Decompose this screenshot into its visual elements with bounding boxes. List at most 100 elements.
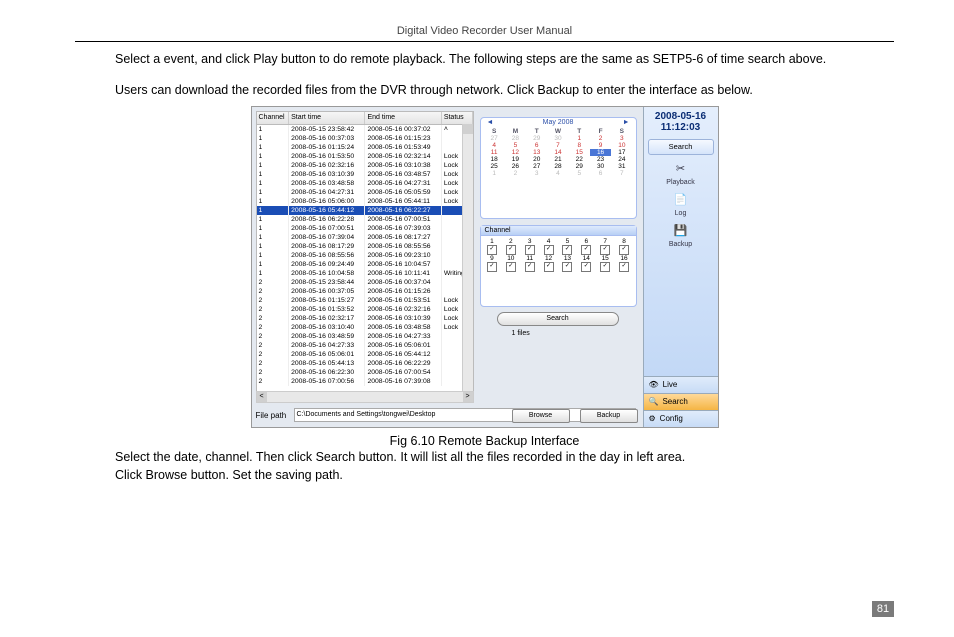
table-row[interactable]: 22008-05-15 23:58:442008-05-16 00:37:04 [257, 278, 473, 287]
calendar-day[interactable]: 11 [484, 149, 505, 156]
table-row[interactable]: 22008-05-16 00:37:052008-05-16 01:15:26 [257, 287, 473, 296]
channel-checkbox[interactable]: ✓ [506, 245, 516, 255]
calendar-day[interactable]: 7 [611, 170, 632, 177]
calendar-day[interactable]: 19 [505, 156, 526, 163]
table-row[interactable]: 22008-05-16 05:06:012008-05-16 05:44:12 [257, 350, 473, 359]
channel-checkbox[interactable]: ✓ [544, 245, 554, 255]
calendar-day[interactable]: 23 [590, 156, 611, 163]
browse-button[interactable]: Browse [512, 409, 570, 423]
channel-checkbox[interactable]: ✓ [487, 262, 497, 272]
sidebar-backup-button[interactable]: 💾Backup [644, 222, 718, 248]
table-row[interactable]: 12008-05-16 06:22:282008-05-16 07:00:51 [257, 215, 473, 224]
table-row[interactable]: 12008-05-16 04:27:312008-05-16 05:05:59L… [257, 188, 473, 197]
calendar-day[interactable]: 9 [590, 142, 611, 149]
channel-checkbox[interactable]: ✓ [600, 262, 610, 272]
calendar-day[interactable]: 26 [505, 163, 526, 170]
table-row[interactable]: 12008-05-16 09:24:492008-05-16 10:04:57 [257, 260, 473, 269]
vertical-scrollbar[interactable] [462, 124, 473, 402]
calendar-day[interactable]: 29 [569, 163, 590, 170]
channel-checkbox[interactable]: ✓ [487, 245, 497, 255]
calendar-day[interactable]: 17 [611, 149, 632, 156]
calendar-prev-icon[interactable]: ◄ [487, 119, 494, 126]
col-channel[interactable]: Channel [257, 112, 290, 124]
table-row[interactable]: 12008-05-16 01:53:502008-05-16 02:32:14L… [257, 152, 473, 161]
calendar-next-icon[interactable]: ► [623, 119, 630, 126]
nav-search[interactable]: 🔍Search [644, 393, 718, 410]
calendar-day[interactable]: 6 [526, 142, 547, 149]
table-row[interactable]: 12008-05-16 10:04:582008-05-16 10:11:41W… [257, 269, 473, 278]
table-row[interactable]: 12008-05-16 03:10:392008-05-16 03:48:57L… [257, 170, 473, 179]
calendar-day[interactable]: 5 [569, 170, 590, 177]
calendar-day[interactable]: 30 [590, 163, 611, 170]
sidebar-search-button[interactable]: Search [648, 139, 714, 155]
channel-checkbox[interactable]: ✓ [581, 262, 591, 272]
table-row[interactable]: 22008-05-16 01:53:522008-05-16 02:32:16L… [257, 305, 473, 314]
table-row[interactable]: 22008-05-16 07:00:562008-05-16 07:39:08 [257, 377, 473, 386]
calendar-day[interactable]: 18 [484, 156, 505, 163]
calendar-day[interactable]: 14 [547, 149, 568, 156]
table-row[interactable]: 12008-05-16 00:37:032008-05-16 01:15:23 [257, 134, 473, 143]
calendar-day[interactable]: 4 [484, 142, 505, 149]
calendar-day[interactable]: 20 [526, 156, 547, 163]
calendar-day[interactable]: 15 [569, 149, 590, 156]
calendar-day[interactable]: 1 [484, 170, 505, 177]
table-row[interactable]: 12008-05-16 01:15:242008-05-16 01:53:49 [257, 143, 473, 152]
calendar-day[interactable]: 3 [526, 170, 547, 177]
calendar-day[interactable]: 1 [569, 135, 590, 142]
channel-checkbox[interactable]: ✓ [581, 245, 591, 255]
table-row[interactable]: 22008-05-16 05:44:132008-05-16 06:22:29 [257, 359, 473, 368]
calendar-day[interactable]: 3 [611, 135, 632, 142]
calendar-day[interactable]: 29 [526, 135, 547, 142]
table-row[interactable]: 22008-05-16 02:32:172008-05-16 03:10:39L… [257, 314, 473, 323]
calendar-day[interactable]: 5 [505, 142, 526, 149]
calendar-day[interactable]: 4 [547, 170, 568, 177]
table-row[interactable]: 12008-05-16 08:55:562008-05-16 09:23:10 [257, 251, 473, 260]
calendar-day[interactable]: 27 [526, 163, 547, 170]
calendar-day[interactable]: 13 [526, 149, 547, 156]
channel-checkbox[interactable]: ✓ [544, 262, 554, 272]
calendar-day[interactable]: 24 [611, 156, 632, 163]
table-row[interactable]: 12008-05-16 07:00:512008-05-16 07:39:03 [257, 224, 473, 233]
calendar-day[interactable]: 22 [569, 156, 590, 163]
col-end-time[interactable]: End time [365, 112, 441, 124]
table-row[interactable]: 22008-05-16 06:22:302008-05-16 07:00:54 [257, 368, 473, 377]
calendar-day[interactable]: 7 [547, 142, 568, 149]
col-start-time[interactable]: Start time [289, 112, 365, 124]
col-status[interactable]: Status ˄ [442, 112, 473, 124]
table-row[interactable]: 22008-05-16 03:48:592008-05-16 04:27:33 [257, 332, 473, 341]
table-row[interactable]: 22008-05-16 01:15:272008-05-16 01:53:51L… [257, 296, 473, 305]
calendar-day[interactable]: 27 [484, 135, 505, 142]
table-row[interactable]: 12008-05-16 05:44:122008-05-16 06:22:27 [257, 206, 473, 215]
calendar-day[interactable]: 10 [611, 142, 632, 149]
table-row[interactable]: 22008-05-16 03:10:402008-05-16 03:48:58L… [257, 323, 473, 332]
channel-checkbox[interactable]: ✓ [562, 245, 572, 255]
sidebar-log-button[interactable]: 📄Log [644, 191, 718, 217]
table-row[interactable]: 12008-05-16 03:48:582008-05-16 04:27:31L… [257, 179, 473, 188]
calendar-day[interactable]: 28 [505, 135, 526, 142]
calendar-day[interactable]: 30 [547, 135, 568, 142]
calendar-day[interactable]: 25 [484, 163, 505, 170]
calendar-day[interactable]: 12 [505, 149, 526, 156]
channel-checkbox[interactable]: ✓ [525, 262, 535, 272]
table-row[interactable]: 22008-05-16 04:27:332008-05-16 05:06:01 [257, 341, 473, 350]
calendar-day[interactable]: 16 [590, 149, 611, 156]
backup-button[interactable]: Backup [580, 409, 638, 423]
calendar-day[interactable]: 28 [547, 163, 568, 170]
calendar-day[interactable]: 8 [569, 142, 590, 149]
channel-checkbox[interactable]: ✓ [506, 262, 516, 272]
table-row[interactable]: 12008-05-16 02:32:162008-05-16 03:10:38L… [257, 161, 473, 170]
table-row[interactable]: 12008-05-16 05:06:002008-05-16 05:44:11L… [257, 197, 473, 206]
calendar-day[interactable]: 31 [611, 163, 632, 170]
calendar[interactable]: ◄ May 2008 ► SMTWTFS27282930123456789101… [480, 117, 637, 219]
table-row[interactable]: 12008-05-16 08:17:292008-05-16 08:55:56 [257, 242, 473, 251]
channel-checkbox[interactable]: ✓ [600, 245, 610, 255]
table-row[interactable]: 12008-05-15 23:58:422008-05-16 00:37:02 [257, 125, 473, 134]
calendar-day[interactable]: 6 [590, 170, 611, 177]
calendar-day[interactable]: 21 [547, 156, 568, 163]
file-list[interactable]: Channel Start time End time Status ˄ 120… [256, 111, 474, 403]
sidebar-playback-button[interactable]: ✂Playback [644, 160, 718, 186]
table-row[interactable]: 12008-05-16 07:39:042008-05-16 08:17:27 [257, 233, 473, 242]
horizontal-scrollbar[interactable] [256, 391, 474, 403]
channel-checkbox[interactable]: ✓ [525, 245, 535, 255]
search-button[interactable]: Search [497, 312, 619, 326]
